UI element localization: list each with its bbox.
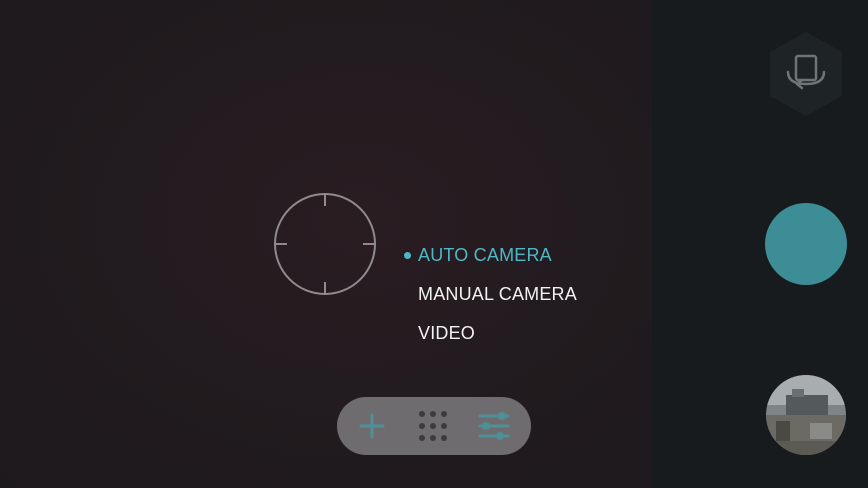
camera-mode-menu: AUTO CAMERA MANUAL CAMERA VIDEO — [402, 236, 642, 353]
mode-video[interactable]: VIDEO — [402, 314, 642, 353]
mode-label: VIDEO — [418, 323, 476, 343]
mode-manual-camera[interactable]: MANUAL CAMERA — [402, 275, 642, 314]
shutter-button[interactable] — [765, 203, 847, 285]
grid-dots-icon — [419, 411, 447, 441]
gallery-thumbnail[interactable] — [766, 375, 846, 455]
grid-button[interactable] — [413, 406, 453, 446]
camera-screen: AUTO CAMERA MANUAL CAMERA VIDEO — [0, 0, 868, 488]
plus-icon — [359, 413, 385, 439]
mode-label: AUTO CAMERA — [418, 245, 552, 265]
settings-sliders-icon — [478, 412, 510, 440]
settings-button[interactable] — [474, 406, 514, 446]
add-button[interactable] — [352, 406, 392, 446]
mode-auto-camera[interactable]: AUTO CAMERA — [402, 236, 642, 275]
switch-camera-icon — [770, 32, 842, 116]
active-mode-indicator — [404, 252, 411, 259]
mode-label: MANUAL CAMERA — [418, 284, 577, 304]
bottom-toolbar — [337, 397, 531, 455]
focus-reticle-icon — [273, 192, 377, 296]
switch-camera-button[interactable] — [762, 30, 850, 118]
gallery-preview-image — [766, 375, 846, 455]
